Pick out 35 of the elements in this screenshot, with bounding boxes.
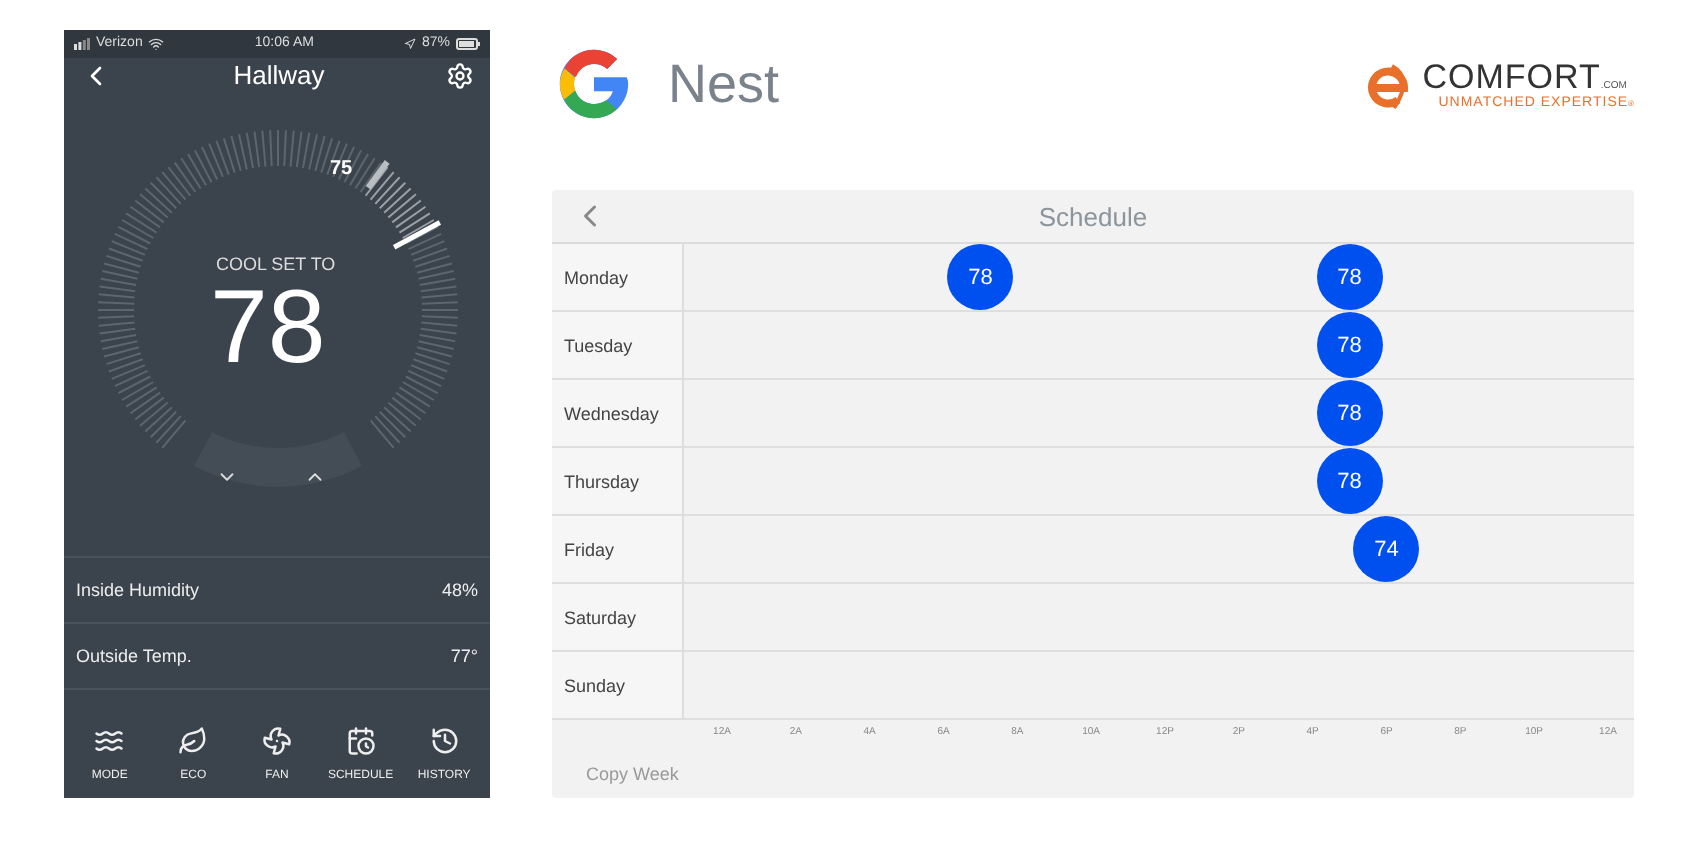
schedule-title: Schedule	[1038, 201, 1148, 231]
setpoint-marker[interactable]: 78	[1316, 448, 1383, 514]
day-label: Wednesday	[552, 380, 684, 446]
setpoint-marker[interactable]: 78	[1316, 244, 1383, 310]
screen-title: Hallway	[233, 60, 325, 91]
reading-label: Inside Humidity	[76, 580, 200, 600]
reading-label: Outside Temp.	[76, 646, 192, 666]
reading-value: 48%	[441, 580, 478, 600]
day-label: Thursday	[552, 448, 684, 514]
mode-label: COOL SET TO	[216, 254, 336, 274]
day-label: Saturday	[552, 584, 684, 650]
reading-value: 77°	[450, 646, 478, 666]
battery-icon	[455, 37, 480, 50]
wifi-icon	[148, 35, 165, 52]
leaf-icon	[178, 726, 209, 756]
fan-icon	[261, 726, 292, 756]
settings-icon	[445, 61, 474, 90]
setpoint-temperature: 78	[210, 270, 326, 388]
setpoint-marker[interactable]: 78	[1316, 380, 1383, 446]
location-icon	[403, 37, 416, 50]
brand-name: Nest	[668, 53, 780, 115]
waves-icon	[94, 726, 125, 756]
partner-name: COMFORT	[1422, 60, 1601, 96]
settings-button[interactable]	[445, 61, 474, 90]
day-label: Tuesday	[552, 312, 684, 378]
setpoint-marker[interactable]: 78	[1316, 312, 1383, 378]
calendar-clock-icon	[345, 726, 376, 756]
day-label: Monday	[552, 244, 684, 310]
setpoint-marker[interactable]: 78	[947, 244, 1014, 310]
current-temperature: 75	[330, 158, 353, 180]
day-label: Sunday	[552, 652, 684, 718]
setpoint-marker[interactable]: 74	[1353, 516, 1420, 582]
signal-icon	[74, 37, 90, 50]
clock-icon	[429, 726, 460, 756]
day-label: Friday	[552, 516, 684, 582]
